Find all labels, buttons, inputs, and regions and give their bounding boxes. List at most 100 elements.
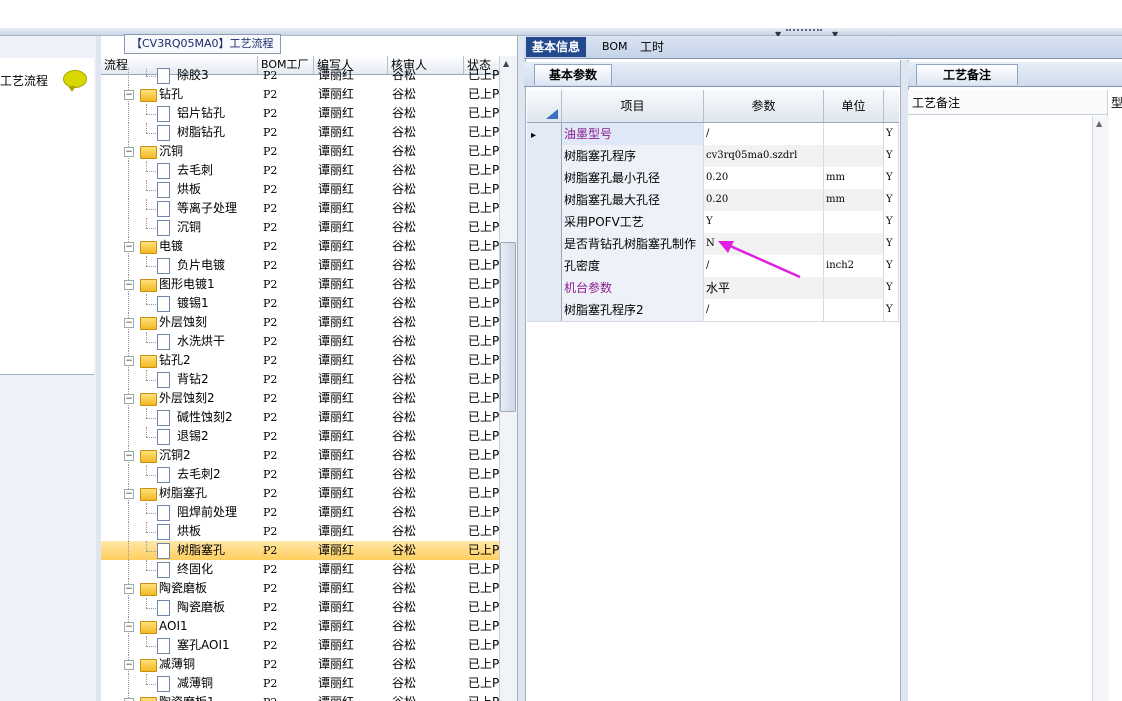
collapse-toggle-icon[interactable]: − (124, 318, 134, 328)
grid-header-param[interactable]: 参数 (704, 90, 824, 122)
row-header[interactable] (527, 299, 562, 321)
tree-row[interactable]: 树脂塞孔 P2 谭丽红 谷松 已上P (101, 541, 499, 560)
grid-cell-param[interactable]: cv3rq05ma0.szdrl (704, 145, 824, 167)
tab-bom[interactable]: BOM (596, 37, 634, 57)
collapse-toggle-icon[interactable]: − (124, 90, 134, 100)
middle-splitter[interactable] (517, 36, 526, 701)
tree-row[interactable]: 碱性蚀刻2 P2 谭丽红 谷松 已上P (101, 408, 499, 427)
tree-row[interactable]: 去毛刺2 P2 谭丽红 谷松 已上P (101, 465, 499, 484)
collapse-toggle-icon[interactable]: − (124, 622, 134, 632)
tree-row[interactable]: 陶瓷磨板 P2 谭丽红 谷松 已上P (101, 598, 499, 617)
tree-cell-name: AOI1 (159, 619, 188, 633)
grid-cell-param[interactable]: 0.20 (704, 167, 824, 189)
collapse-toggle-icon[interactable]: − (124, 356, 134, 366)
grid-header-item[interactable]: 项目 (562, 90, 704, 122)
collapse-toggle-icon[interactable]: − (124, 280, 134, 290)
grid-header: 项目 参数 单位 (527, 90, 899, 123)
tree-row[interactable]: 终固化 P2 谭丽红 谷松 已上P (101, 560, 499, 579)
tree-cell-name: 塞孔AOI1 (177, 638, 230, 652)
tree-row[interactable]: 阻焊前处理 P2 谭丽红 谷松 已上P (101, 503, 499, 522)
row-header[interactable] (527, 233, 562, 255)
tree-row[interactable]: 去毛刺 P2 谭丽红 谷松 已上P (101, 161, 499, 180)
tree-row[interactable]: 树脂钻孔 P2 谭丽红 谷松 已上P (101, 123, 499, 142)
row-header[interactable] (527, 167, 562, 189)
remark-scroll-up-icon[interactable]: ▲ (1096, 119, 1102, 128)
grid-cell-param[interactable]: / (704, 299, 824, 321)
grid-cell-flag: Y (884, 277, 899, 299)
tree-cell-name: 沉铜2 (159, 448, 191, 462)
tree-row[interactable]: 减薄铜 P2 谭丽红 谷松 已上P (101, 674, 499, 693)
tree-row[interactable]: 背钻2 P2 谭丽红 谷松 已上P (101, 370, 499, 389)
tree-row[interactable]: 等离子处理 P2 谭丽红 谷松 已上P (101, 199, 499, 218)
splitter-grip[interactable] (786, 29, 822, 35)
tree-guide-line (146, 475, 156, 476)
collapse-toggle-icon[interactable]: − (124, 451, 134, 461)
tree-row[interactable]: 塞孔AOI1 P2 谭丽红 谷松 已上P (101, 636, 499, 655)
tree-row[interactable]: 烘板 P2 谭丽红 谷松 已上P (101, 522, 499, 541)
tree-row[interactable]: − 钻孔 P2 谭丽红 谷松 已上P (101, 85, 499, 104)
collapse-toggle-icon[interactable]: − (124, 584, 134, 594)
tree-row[interactable]: − 钻孔2 P2 谭丽红 谷松 已上P (101, 351, 499, 370)
row-header[interactable] (527, 189, 562, 211)
tab-process-remark[interactable]: 工艺备注 (916, 64, 1019, 85)
tab-basic-info[interactable]: 基本信息 (526, 37, 587, 57)
grid-row[interactable]: 树脂塞孔最大孔径 0.20 mm Y (527, 189, 899, 212)
collapse-toggle-icon[interactable]: − (124, 242, 134, 252)
tree-row[interactable]: 镀锡1 P2 谭丽红 谷松 已上P (101, 294, 499, 313)
tree-scroll-thumb[interactable] (500, 242, 516, 412)
row-header[interactable] (527, 145, 562, 167)
tree-row[interactable]: − 沉铜2 P2 谭丽红 谷松 已上P (101, 446, 499, 465)
tree-row[interactable]: 负片电镀 P2 谭丽红 谷松 已上P (101, 256, 499, 275)
tree-guide-line (128, 332, 129, 351)
tree-row[interactable]: − 减薄铜 P2 谭丽红 谷松 已上P (101, 655, 499, 674)
tree-row[interactable]: 铝片钻孔 P2 谭丽红 谷松 已上P (101, 104, 499, 123)
tab-basic-params[interactable]: 基本参数 (534, 64, 613, 85)
tree-row[interactable]: − 沉铜 P2 谭丽红 谷松 已上P (101, 142, 499, 161)
collapse-toggle-icon[interactable]: − (124, 394, 134, 404)
tree-row[interactable]: − AOI1 P2 谭丽红 谷松 已上P (101, 617, 499, 636)
row-header[interactable]: ▸ (527, 123, 562, 145)
tree-cell-name: 外层蚀刻2 (159, 391, 215, 405)
tree-row[interactable]: 水洗烘干 P2 谭丽红 谷松 已上P (101, 332, 499, 351)
grid-header-unit[interactable]: 单位 (824, 90, 884, 122)
grid-cell-param[interactable]: / (704, 123, 824, 145)
tree-row[interactable]: −陶瓷磨板1P2谭丽红谷松已上P (101, 693, 499, 701)
chat-bubble-icon[interactable] (63, 70, 87, 92)
params-grid: 项目 参数 单位 ▸ 油墨型号 / Y 树脂塞孔程序 cv3rq05ma0.szdrl Y 树… (527, 90, 899, 325)
tree-row[interactable]: − 树脂塞孔 P2 谭丽红 谷松 已上P (101, 484, 499, 503)
grid-row[interactable]: 树脂塞孔程序2/ Y (527, 299, 899, 322)
tree-row[interactable]: − 外层蚀刻 P2 谭丽红 谷松 已上P (101, 313, 499, 332)
tree-row[interactable]: − 电镀 P2 谭丽红 谷松 已上P (101, 237, 499, 256)
tree-row[interactable]: 烘板 P2 谭丽红 谷松 已上P (101, 180, 499, 199)
row-header[interactable] (527, 255, 562, 277)
nav-item-process-flow[interactable]: 工艺流程 (0, 72, 48, 89)
tree-row[interactable]: 除胶3 P2 谭丽红 谷松 已上P (101, 68, 499, 85)
tab-hours[interactable]: 工时 (634, 37, 670, 57)
grid-row[interactable]: 树脂塞孔程序 cv3rq05ma0.szdrl Y (527, 145, 899, 168)
tree-row[interactable]: 退锡2 P2 谭丽红 谷松 已上P (101, 427, 499, 446)
tree-cell-name: 去毛刺 (177, 163, 214, 177)
tree-cell-author: 谭丽红 (318, 353, 355, 367)
tree-row[interactable]: 沉铜 P2 谭丽红 谷松 已上P (101, 218, 499, 237)
scroll-up-icon[interactable]: ▲ (503, 59, 509, 68)
collapse-toggle-icon[interactable]: − (124, 147, 134, 157)
tree-row[interactable]: − 外层蚀刻2 P2 谭丽红 谷松 已上P (101, 389, 499, 408)
remark-scrollbar[interactable]: ▲ (1092, 116, 1109, 701)
grid-cell-flag: Y (884, 123, 899, 145)
grid-row[interactable]: 树脂塞孔最小孔径 0.20 mm Y (527, 167, 899, 190)
tree-cell-author: 谭丽红 (318, 87, 355, 101)
grid-cell-param[interactable]: 0.20 (704, 189, 824, 211)
tree-row[interactable]: − 陶瓷磨板 P2 谭丽红 谷松 已上P (101, 579, 499, 598)
tree-cell-author: 谭丽红 (318, 581, 355, 595)
grid-row[interactable]: 采用POFV工艺 Y Y (527, 211, 899, 234)
row-header[interactable] (527, 277, 562, 299)
remark-area[interactable] (908, 90, 1122, 701)
row-header[interactable] (527, 211, 562, 233)
collapse-toggle-icon[interactable]: − (124, 660, 134, 670)
tree-cell-plant: P2 (263, 506, 278, 519)
tree-guide-line (128, 503, 129, 522)
grid-row[interactable]: ▸ 油墨型号 / Y (527, 123, 899, 146)
tree-row[interactable]: − 图形电镀1 P2 谭丽红 谷松 已上P (101, 275, 499, 294)
collapse-toggle-icon[interactable]: − (124, 489, 134, 499)
grid-cell-param[interactable]: Y (704, 211, 824, 233)
